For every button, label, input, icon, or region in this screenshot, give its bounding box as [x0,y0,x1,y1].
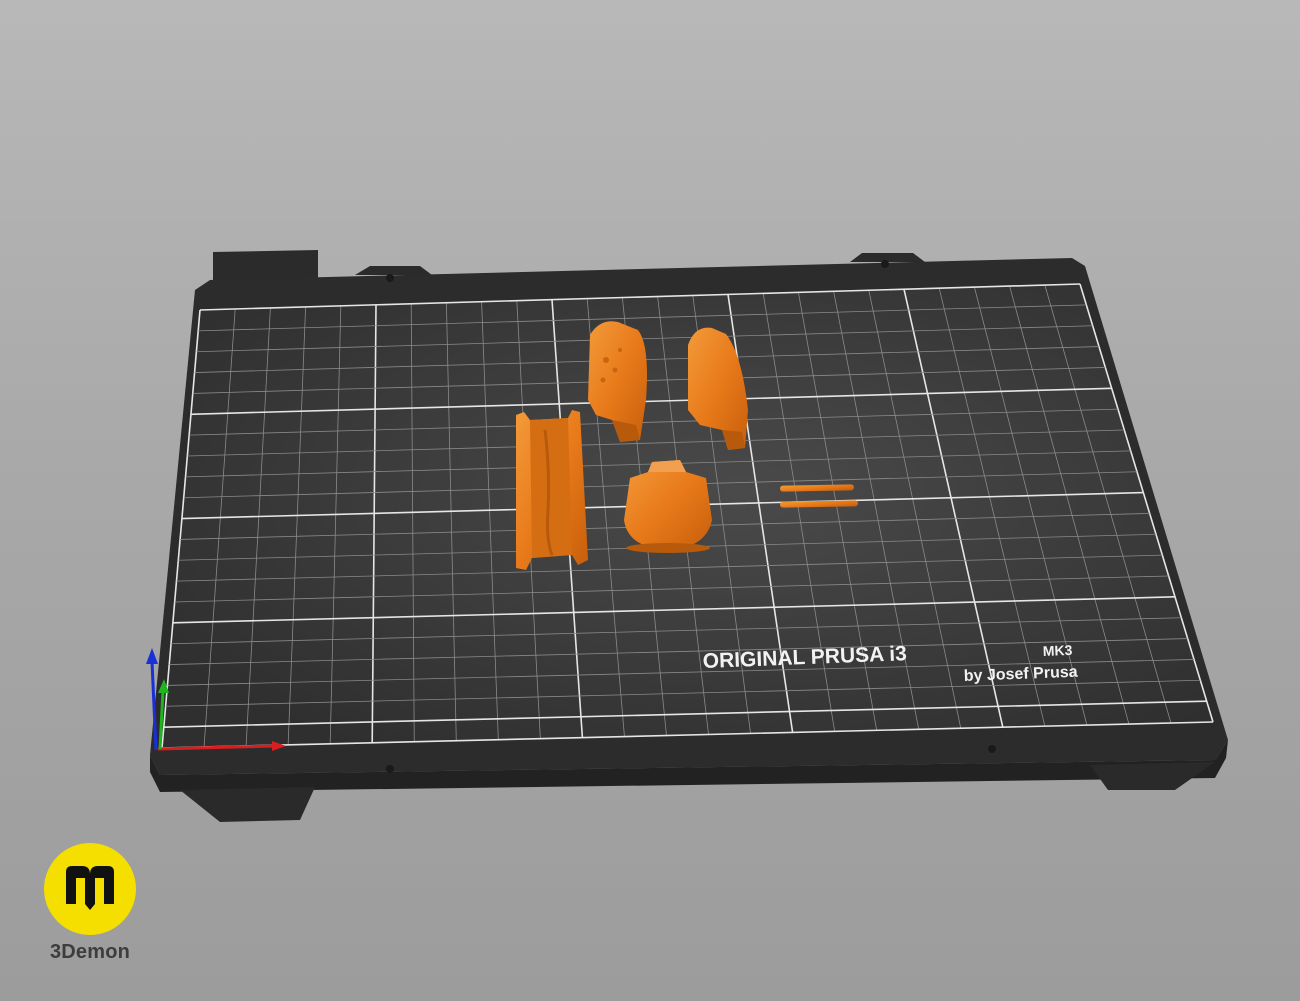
3d-viewport[interactable]: ORIGINAL PRUSA i3 MK3 by Josef Prusa [0,0,1300,1001]
printer-label-model: MK3 [1043,642,1073,659]
demon-logo-icon [66,866,114,910]
brand-name: 3Demon [49,941,131,963]
z-axis-arrow [146,648,158,664]
part-channel[interactable] [516,410,588,570]
brand-logo [44,843,136,935]
brand-watermark: 3Demon [40,843,140,964]
